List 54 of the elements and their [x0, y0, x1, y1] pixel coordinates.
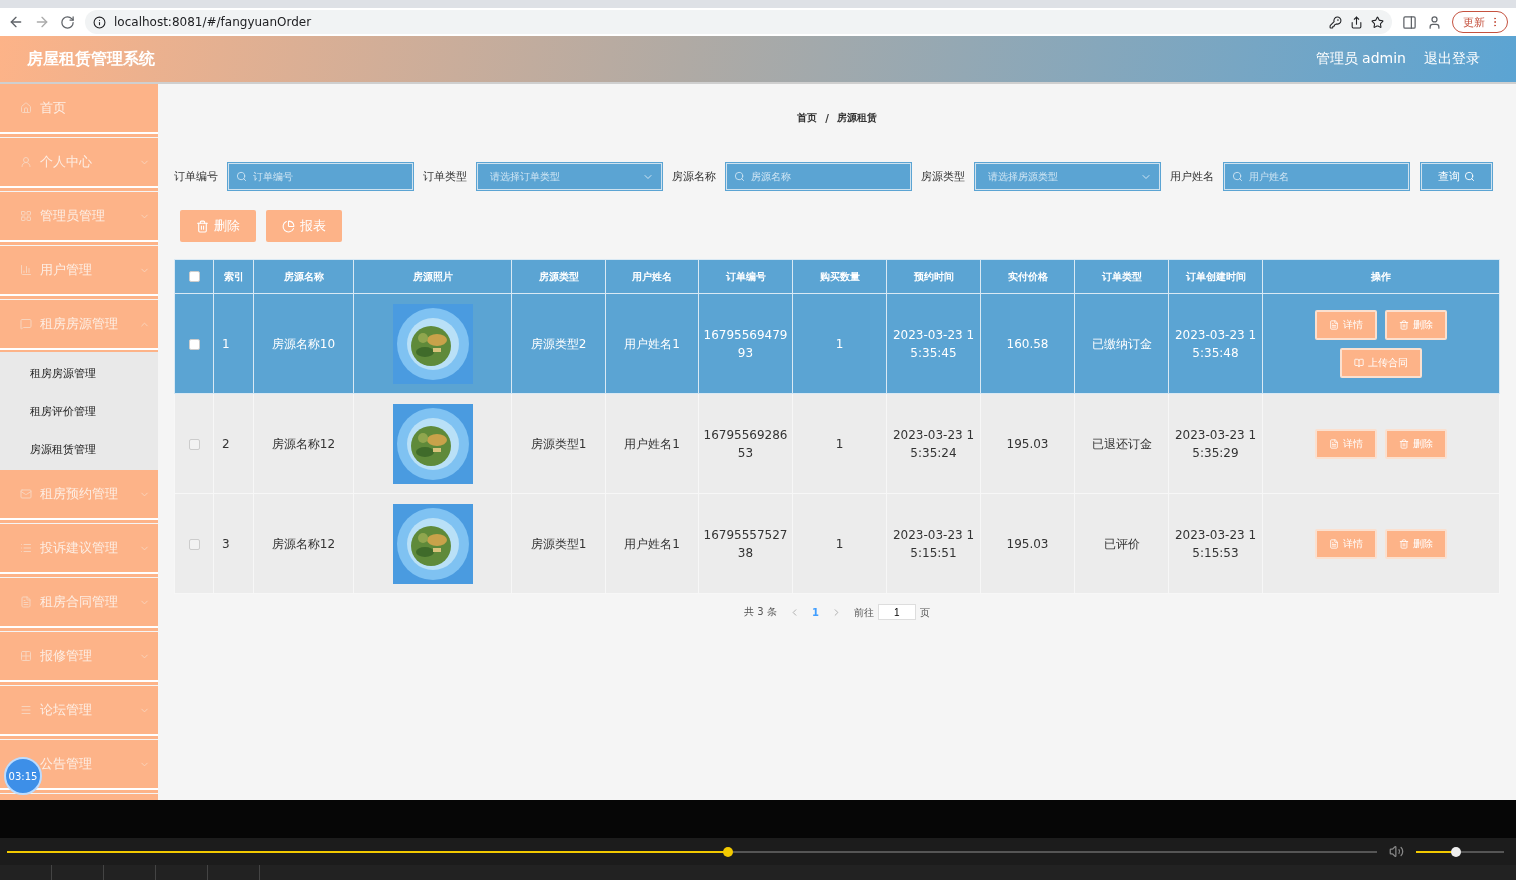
table-cell: 2023-03-23 15:15:53 [1168, 493, 1263, 594]
breadcrumb-item: 房源租赁 [836, 111, 877, 125]
table-cell: 1679556928653 [698, 393, 793, 494]
column-header: 预约时间 [886, 259, 981, 294]
filter-label: 订单编号 [174, 169, 218, 184]
table-cell: 2023-03-23 15:15:51 [886, 493, 981, 594]
filter-label: 房源名称 [672, 169, 716, 184]
column-header: 实付价格 [980, 259, 1075, 294]
table-cell: 195.03 [980, 393, 1075, 494]
table-cell: 用户姓名1 [605, 493, 699, 594]
table-cell: 1 [792, 493, 887, 594]
table-cell: 已退还订金 [1074, 393, 1169, 494]
column-header: 订单创建时间 [1168, 259, 1263, 294]
table-cell: 1 [792, 393, 887, 494]
table-cell: 2023-03-23 15:35:48 [1168, 293, 1263, 394]
column-header: 订单类型 [1074, 259, 1169, 294]
table-cell: 1679555752738 [698, 493, 793, 594]
table-cell: 房源名称12 [253, 393, 354, 494]
table-cell: 1 [792, 293, 887, 394]
table-cell: 房源名称12 [253, 493, 354, 594]
table-cell: 房源类型1 [511, 393, 606, 494]
table-cell: 2023-03-23 15:35:45 [886, 293, 981, 394]
table-cell: 195.03 [980, 493, 1075, 594]
table-cell: 房源名称10 [253, 293, 354, 394]
table-cell: 用户姓名1 [605, 393, 699, 494]
column-header: 用户姓名 [605, 259, 699, 294]
filter-label: 订单类型 [423, 169, 467, 184]
table-cell: 2023-03-23 15:35:29 [1168, 393, 1263, 494]
table-cell: 2 [213, 393, 254, 494]
column-header: 房源名称 [253, 259, 354, 294]
column-header: 房源照片 [353, 259, 512, 294]
table-cell: 1 [213, 293, 254, 394]
table-cell: 3 [213, 493, 254, 594]
table-cell: 2023-03-23 15:35:24 [886, 393, 981, 494]
app-title: 房屋租赁管理系统 [27, 48, 156, 70]
column-header: 订单编号 [698, 259, 793, 294]
table-cell: 用户姓名1 [605, 293, 699, 394]
total-count: 共 3 条 [744, 605, 777, 619]
column-header: 购买数量 [792, 259, 887, 294]
goto-label: 前往 [853, 606, 874, 618]
filter-label: 房源类型 [921, 169, 965, 184]
column-header: 房源类型 [511, 259, 606, 294]
table-cell: 已缴纳订金 [1074, 293, 1169, 394]
breadcrumb-separator: / [825, 112, 829, 124]
filter-label: 用户姓名 [1170, 169, 1214, 184]
table-cell: 房源类型1 [511, 493, 606, 594]
table-cell: 160.58 [980, 293, 1075, 394]
table-cell: 已评价 [1074, 493, 1169, 594]
table-cell: 房源类型2 [511, 293, 606, 394]
user-label: 管理员 admin [1315, 50, 1406, 68]
column-header: 操作 [1262, 259, 1500, 294]
page-suffix: 页 [919, 606, 930, 618]
column-header: 索引 [213, 259, 254, 294]
table-cell: 1679556947993 [698, 293, 793, 394]
